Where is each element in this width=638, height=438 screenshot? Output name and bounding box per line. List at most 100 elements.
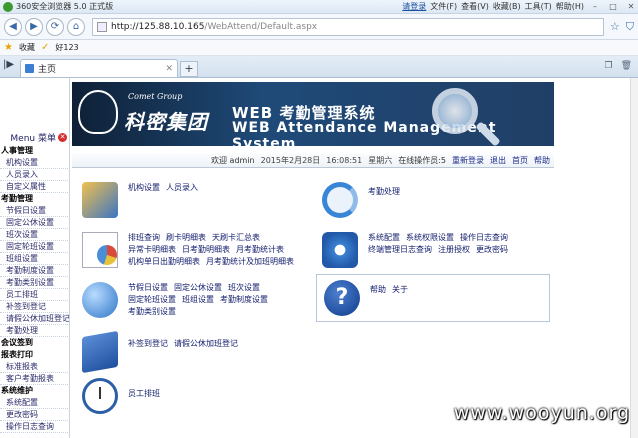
refresh-icon[interactable]: ⟳ [46,17,64,36]
link-category-settings[interactable]: 考勤类别设置 [128,307,176,316]
link-system-config[interactable]: 系统配置 [368,233,400,242]
menu-favorites[interactable]: 收藏(B) [493,1,521,12]
menu-item[interactable]: 固定轮班设置 [0,241,69,253]
tab-close-icon[interactable]: ✕ [165,64,173,74]
link-shift-settings[interactable]: 班次设置 [228,283,260,292]
link-monthly-overtime[interactable]: 月考勤统计及加班明细表 [206,257,294,266]
link-day-card-summary[interactable]: 天刷卡汇总表 [212,233,260,242]
func-process: 考勤处理 [322,182,406,218]
link-permission-settings[interactable]: 系统权限设置 [406,233,454,242]
menu-item[interactable]: 系统配置 [0,397,69,409]
menu-item[interactable]: 自定义属性 [0,181,69,193]
navigation-bar: ◀ ▶ ⟳ ⌂ http://125.88.10.165/WebAttend/D… [0,14,638,40]
link-terminal-log[interactable]: 终端管理日志查询 [368,245,432,254]
link-log-query[interactable]: 操作日志查询 [460,233,508,242]
menu-item[interactable]: 请假公休加班登记 [0,313,69,325]
func-signin: 补签到登记 请假公休加班登记 [82,330,244,374]
link-staff-schedule[interactable]: 员工排班 [128,389,160,398]
watermark: www.wooyun.org [453,402,630,424]
favorites-star-icon: ★ [4,42,13,53]
link-holiday-settings[interactable]: 节假日设置 [128,283,168,292]
globe-icon[interactable] [82,282,118,318]
clock-icon[interactable] [82,378,118,414]
star-icon[interactable]: ☆ [610,20,620,34]
menu-item[interactable]: 人员录入 [0,169,69,181]
link-abnormal-card[interactable]: 异常卡明细表 [128,245,176,254]
vertical-scrollbar[interactable] [630,78,638,438]
sidebar-toggle-icon[interactable]: |▶ [3,59,14,70]
link-supplement-signin[interactable]: 补签到登记 [128,339,168,348]
restore-tabs-icon[interactable]: ❐ [604,61,612,71]
report-chart-icon[interactable] [82,232,118,268]
func-settings: 节假日设置 固定公休设置 班次设置 固定轮班设置 班组设置 考勤制度设置 考勤类别设置 [82,282,274,318]
favorites-button[interactable]: 收藏 [19,42,35,53]
address-bar[interactable]: http://125.88.10.165/WebAttend/Default.a… [92,17,604,36]
func-help: ? 帮助 关于 [324,280,414,316]
new-tab-button[interactable]: + [180,61,198,77]
menu-tools[interactable]: 工具(T) [525,1,552,12]
menu-item[interactable]: 更改密码 [0,409,69,421]
link-daily-attendance[interactable]: 日考勤明细表 [182,245,230,254]
menu-item[interactable]: 节假日设置 [0,205,69,217]
close-window-icon[interactable]: ✕ [624,2,638,11]
minimize-icon[interactable]: – [588,2,602,11]
link-team-settings[interactable]: 班组设置 [182,295,214,304]
link-monthly-stats[interactable]: 月考勤统计表 [236,245,284,254]
link-card-detail[interactable]: 刷卡明细表 [166,233,206,242]
menu-item[interactable]: 标准报表 [0,361,69,373]
link-leave-register[interactable]: 请假公休加班登记 [174,339,238,348]
link-org-settings[interactable]: 机构设置 [128,183,160,192]
trash-icon[interactable]: 🗑 [621,61,632,71]
menu-item[interactable]: 考勤处理 [0,325,69,337]
menu-item[interactable]: 客户考勤报表 [0,373,69,385]
link-org-daily[interactable]: 机构单日出勤明细表 [128,257,200,266]
shield-icon[interactable]: ⛉ [626,20,634,34]
menu-item[interactable]: 员工排班 [0,289,69,301]
help-question-icon[interactable]: ? [324,280,360,316]
menu-item[interactable]: 机构设置 [0,157,69,169]
menu-item[interactable]: 考勤制度设置 [0,265,69,277]
menu-view[interactable]: 查看(V) [461,1,489,12]
book-icon[interactable] [82,330,118,374]
menu-item[interactable]: 补签到登记 [0,301,69,313]
main-content: Comet Group 科密集团 WEB 考勤管理系统 WEB Attendan… [72,78,638,438]
org-settings-icon[interactable] [82,182,118,218]
menu-item[interactable]: 班次设置 [0,229,69,241]
menu-item[interactable]: 班组设置 [0,253,69,265]
link-schedule-query[interactable]: 排班查询 [128,233,160,242]
forward-icon[interactable]: ▶ [25,17,43,36]
link-register[interactable]: 注册授权 [438,245,470,254]
browser-title-bar: 360安全浏览器 5.0 正式版 请登录 文件(F) 查看(V) 收藏(B) 工… [0,0,638,14]
link-about[interactable]: 关于 [392,285,408,294]
link-staff-entry[interactable]: 人员录入 [166,183,198,192]
relogin-link[interactable]: 重新登录 [452,155,484,166]
home-link[interactable]: 首页 [512,155,528,166]
link-change-password[interactable]: 更改密码 [476,245,508,254]
login-link[interactable]: 请登录 [402,1,426,12]
home-icon[interactable]: ⌂ [67,17,85,36]
back-icon[interactable]: ◀ [4,17,22,36]
tab-home[interactable]: 主页 ✕ [20,59,178,77]
page-icon [97,21,107,32]
tab-bar: |▶ 主页 ✕ + ❐ 🗑 [0,56,638,78]
system-tools-icon[interactable] [322,232,358,268]
menu-item[interactable]: 考勤类别设置 [0,277,69,289]
menu-close-icon[interactable]: ✕ [58,132,67,142]
favorite-link-hao123[interactable]: 好123 [55,42,78,53]
date-text: 2015年2月28日 [260,156,321,165]
browser-logo-icon [3,1,13,12]
menu-file[interactable]: 文件(F) [430,1,457,12]
logout-link[interactable]: 退出 [490,155,506,166]
link-help[interactable]: 帮助 [370,285,386,294]
menu-header-label: Menu 菜单 [10,133,56,144]
maximize-icon[interactable]: □ [606,2,620,11]
menu-help[interactable]: 帮助(H) [556,1,584,12]
link-rest-settings[interactable]: 固定公休设置 [174,283,222,292]
process-refresh-icon[interactable] [322,182,358,218]
menu-item[interactable]: 操作日志查询 [0,421,69,433]
help-link[interactable]: 帮助 [534,155,550,166]
link-attendance-process[interactable]: 考勤处理 [368,187,400,196]
menu-item[interactable]: 固定公休设置 [0,217,69,229]
link-rotation-settings[interactable]: 固定轮班设置 [128,295,176,304]
link-policy-settings[interactable]: 考勤制度设置 [220,295,268,304]
